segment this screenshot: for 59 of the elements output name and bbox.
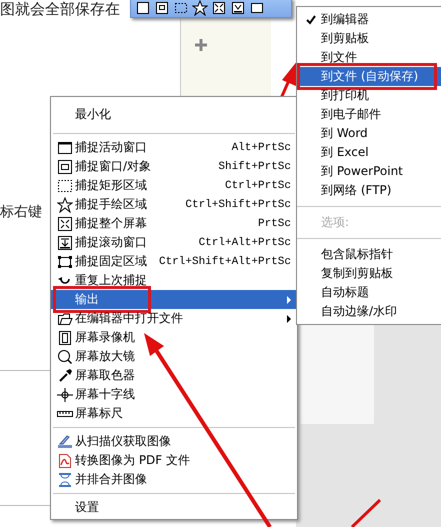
menu-item[interactable]: 到电子邮件 [297,105,441,124]
menu-item[interactable]: 并排合并图像 [51,470,297,489]
film-icon [57,330,73,346]
submenu-arrow-icon [287,296,291,304]
scroll-window-icon [57,234,73,250]
dashed-rectangle-icon [57,178,73,194]
menu-item[interactable]: 重复上次捕捉 [51,271,297,290]
menu-item[interactable]: 屏幕放大镜 [51,347,297,366]
article-text: 图就会全部保存在 [0,0,120,19]
menu-item[interactable]: 复制到剪贴板 [297,264,441,283]
folder-icon [57,310,73,326]
crosshair-icon [57,386,73,402]
menu-item[interactable]: 捕捉整个屏幕 PrtSc [51,214,297,233]
menu-item[interactable]: 到 Word [297,124,441,143]
pdf-file-icon [57,452,73,468]
menu-item[interactable]: 最小化 [51,99,297,129]
menu-item[interactable]: 包含鼠标指针 [297,245,441,264]
dashed-rectangle-icon [173,0,189,16]
fixed-region-icon [57,254,73,270]
eyedropper-icon [57,368,73,384]
window-icon [135,0,151,16]
merge-icon [57,472,73,488]
submenu-arrow-icon [287,314,291,322]
magnifier-icon [57,348,73,364]
menu-item[interactable]: 屏幕十字线 [51,385,297,404]
fixed-region-icon [249,0,265,16]
window-icon [57,140,73,156]
menu-item[interactable]: 捕捉手绘区域 Ctrl+Shift+PrtSc [51,195,297,214]
menu-item[interactable]: 到 Excel [297,143,441,162]
fullscreen-icon [57,216,73,232]
menu-item[interactable]: 屏幕标尺 [51,404,297,423]
menu-item[interactable]: 屏幕录像机 [51,328,297,347]
menu-item[interactable]: 设置 [51,498,297,517]
menu-item[interactable]: 到文件 [297,48,441,67]
scroll-window-icon [230,0,246,16]
menu-item[interactable]: 到编辑器 [297,10,441,29]
menu-item[interactable]: 从扫描仪获取图像 [51,432,297,451]
menu-item[interactable]: 屏幕取色器 [51,366,297,385]
window-object-icon [154,0,170,16]
menu-item[interactable]: 捕捉滚动窗口 Ctrl+Alt+PrtSc [51,233,297,252]
menu-item[interactable]: 自动边缘/水印 [297,302,441,321]
menu-item[interactable]: 到网络 (FTP) [297,181,441,200]
menu-item[interactable]: 捕捉活动窗口 Alt+PrtSc [51,138,297,157]
menu-item[interactable]: 捕捉固定区域 Ctrl+Shift+Alt+PrtSc [51,252,297,271]
menu-item[interactable]: 到 PowerPoint [297,162,441,181]
menu-item[interactable]: 捕捉矩形区域 Ctrl+PrtSc [51,176,297,195]
freehand-star-icon [57,196,73,212]
window-object-icon [57,158,73,174]
freehand-star-icon [192,0,208,16]
fullscreen-icon [211,0,227,16]
menu-item[interactable]: 自动标题 [297,283,441,302]
menu-item[interactable]: 捕捉窗口/对象 Shift+PrtSc [51,157,297,176]
plus-icon [194,38,208,52]
scanner-icon [57,434,73,450]
menu-item[interactable]: 在编辑器中打开文件 [51,309,297,328]
menu-item[interactable]: 到剪贴板 [297,29,441,48]
menu-item[interactable]: 到打印机 [297,86,441,105]
article-text: 标右键 [0,203,42,221]
menu-item[interactable]: 转换图像为 PDF 文件 [51,451,297,470]
